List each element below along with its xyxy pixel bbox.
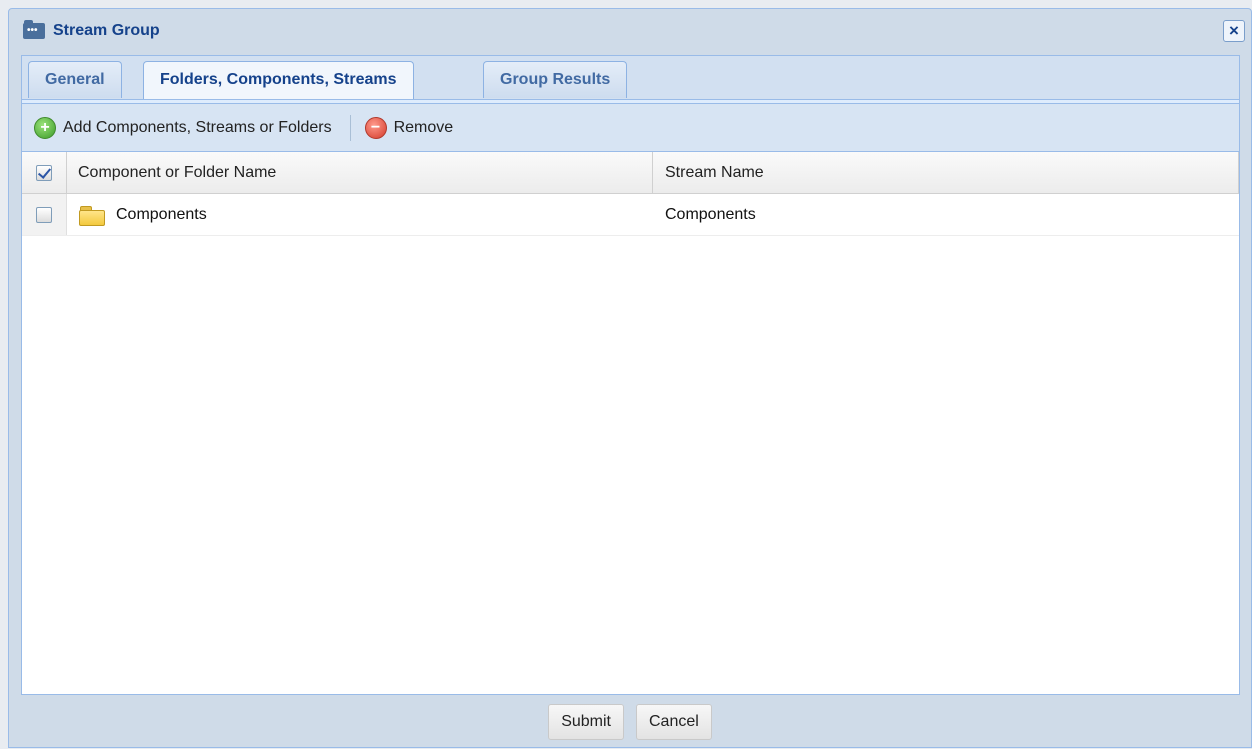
add-button[interactable]: + Add Components, Streams or Folders (34, 116, 332, 139)
dialog-footer: Submit Cancel (9, 695, 1251, 749)
dialog-titlebar[interactable]: ••• Stream Group × (9, 9, 1251, 53)
submit-button[interactable]: Submit (548, 704, 624, 740)
row-checkbox[interactable] (36, 206, 52, 223)
add-button-label: Add Components, Streams or Folders (63, 118, 332, 136)
tab-strip-divider (22, 99, 1239, 103)
grid-header: Component or Folder Name Stream Name (22, 152, 1239, 194)
toolbar-separator (349, 114, 351, 141)
close-icon[interactable]: × (1223, 20, 1245, 42)
select-all-checkbox[interactable] (36, 164, 52, 181)
folder-icon (79, 205, 105, 226)
add-icon: + (34, 116, 56, 139)
tab-group-results[interactable]: Group Results (483, 61, 628, 98)
grid-toolbar: + Add Components, Streams or Folders − R… (22, 104, 1239, 152)
tab-general[interactable]: General (28, 61, 122, 98)
tab-strip: General Folders, Components, Streams Gro… (22, 56, 1239, 104)
row-name-cell: Components (67, 194, 653, 235)
row-checkbox-cell (22, 194, 67, 235)
cancel-button[interactable]: Cancel (635, 704, 712, 740)
tab-folders-components-streams[interactable]: Folders, Components, Streams (143, 61, 414, 99)
column-header-stream[interactable]: Stream Name (653, 152, 1239, 193)
tab-panel: General Folders, Components, Streams Gro… (21, 55, 1240, 695)
remove-icon: − (364, 116, 387, 139)
remove-button[interactable]: − Remove (364, 116, 454, 139)
column-header-name[interactable]: Component or Folder Name (67, 152, 653, 193)
row-name: Components (116, 205, 207, 223)
select-all-cell (22, 152, 67, 193)
stream-group-dialog: ••• Stream Group × General Folders, Comp… (8, 8, 1252, 748)
row-stream-cell: Components (665, 205, 756, 223)
dialog-title: Stream Group (53, 22, 160, 39)
stream-group-icon: ••• (23, 20, 45, 39)
remove-button-label: Remove (393, 118, 454, 136)
table-row[interactable]: Components Components (22, 194, 1239, 236)
